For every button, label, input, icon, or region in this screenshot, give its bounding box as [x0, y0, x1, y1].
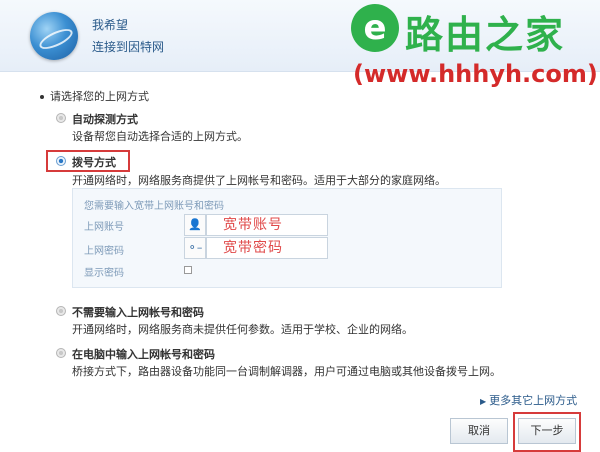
bullet-icon	[40, 95, 44, 99]
option-pc-dialup-title[interactable]: 在电脑中输入上网帐号和密码	[72, 346, 215, 362]
header-subtitle: 连接到因特网	[92, 40, 165, 54]
more-methods-label: 更多其它上网方式	[489, 394, 578, 407]
highlight-next	[513, 412, 581, 452]
option-auto-detect-title[interactable]: 自动探测方式	[72, 111, 138, 127]
option-auto-detect-desc: 设备帮您自动选择合适的上网方式。	[72, 130, 248, 143]
prompt-label: 请选择您的上网方式	[50, 90, 149, 103]
option-no-account-desc: 开通网络时，网络服务商未提供任何参数。适用于学校、企业的网络。	[72, 323, 413, 336]
radio-dialup[interactable]	[56, 156, 66, 166]
panel-hint: 您需要输入宽带上网账号和密码	[84, 201, 224, 212]
option-no-account-title[interactable]: 不需要输入上网帐号和密码	[72, 304, 204, 320]
header-title: 我希望	[92, 18, 129, 32]
option-pc-dialup-desc: 桥接方式下，路由器设备功能同一台调制解调器，用户可通过电脑或其他设备拨号上网。	[72, 365, 501, 378]
key-icon: ⚬–	[184, 237, 206, 259]
radio-auto-detect[interactable]	[56, 113, 66, 123]
password-input[interactable]: 宽带密码	[206, 237, 328, 259]
cancel-button[interactable]: 取消	[450, 418, 508, 444]
radio-no-account[interactable]	[56, 306, 66, 316]
prompt-text: 请选择您的上网方式	[40, 88, 149, 104]
password-label: 上网密码	[84, 246, 124, 257]
user-icon: 👤	[184, 214, 206, 236]
more-methods-link[interactable]: ▶ 更多其它上网方式	[480, 392, 577, 408]
account-input[interactable]: 宽带账号	[206, 214, 328, 236]
option-dialup-desc: 开通网络时，网络服务商提供了上网帐号和密码。适用于大部分的家庭网络。	[72, 174, 446, 187]
watermark-logo-icon: e	[351, 4, 399, 52]
globe-icon	[30, 12, 78, 60]
watermark-name: 路由之家	[405, 13, 566, 57]
watermark-url: (www.hhhyh.com)	[353, 60, 598, 88]
option-dialup-title[interactable]: 拨号方式	[72, 154, 116, 170]
triangle-right-icon: ▶	[480, 397, 487, 406]
show-password-checkbox[interactable]	[184, 266, 192, 274]
watermark: e 路由之家 (www.hhhyh.com)	[345, 0, 600, 96]
account-label: 上网账号	[84, 222, 124, 233]
radio-pc-dialup[interactable]	[56, 348, 66, 358]
show-password-label: 显示密码	[84, 268, 124, 279]
